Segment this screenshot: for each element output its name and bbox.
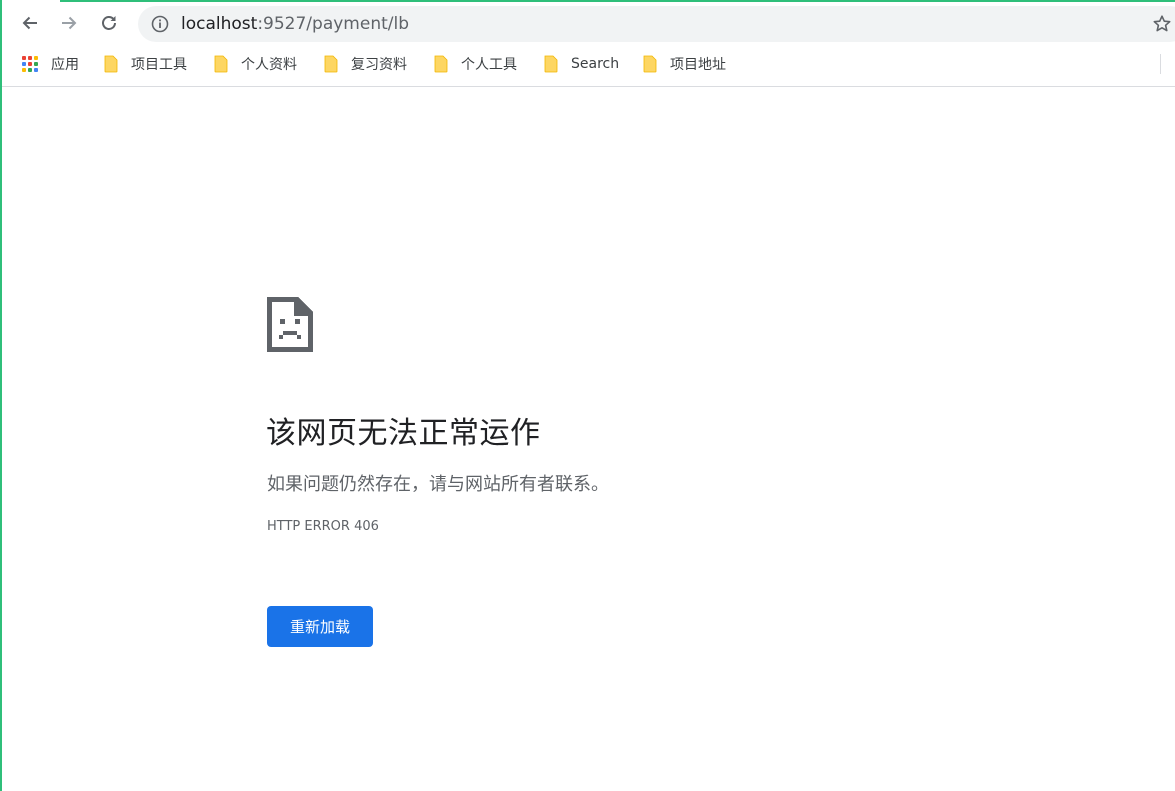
bookmark-folder[interactable]: 复习资料: [323, 44, 407, 84]
forward-button[interactable]: [53, 7, 85, 39]
bookmark-label: 复习资料: [351, 57, 407, 73]
bookmark-label: 个人资料: [241, 57, 297, 73]
bookmark-label: 项目工具: [131, 57, 187, 73]
arrow-right-icon: [62, 16, 77, 30]
refresh-icon: [102, 16, 116, 30]
error-code: HTTP ERROR 406: [267, 519, 379, 534]
info-icon[interactable]: [151, 15, 169, 33]
url-host: localhost: [181, 14, 258, 34]
bookmark-label: Search: [571, 56, 620, 72]
bookmark-apps[interactable]: 应用: [22, 44, 79, 84]
error-title: 该网页无法正常运作: [266, 416, 541, 451]
sad-page-icon: [267, 297, 313, 352]
bookmarks-divider: [1160, 54, 1161, 74]
bookmark-folder[interactable]: 项目地址: [642, 44, 726, 84]
bookmark-folder[interactable]: 个人工具: [433, 44, 517, 84]
folder-icon: [643, 55, 657, 73]
bookmark-folder[interactable]: 项目工具: [103, 44, 187, 84]
bookmark-folder[interactable]: 个人资料: [213, 44, 297, 84]
apps-grid-icon: [22, 56, 38, 72]
folder-icon: [544, 55, 558, 73]
url-text[interactable]: localhost:9527/payment/lb: [181, 6, 409, 42]
back-button[interactable]: [14, 7, 46, 39]
folder-icon: [324, 55, 338, 73]
bookmark-label: 个人工具: [461, 57, 517, 73]
reload-button[interactable]: 重新加载: [267, 606, 373, 647]
url-path: :9527/payment/lb: [257, 14, 410, 34]
folder-icon: [434, 55, 448, 73]
address-bar[interactable]: localhost:9527/payment/lb: [138, 6, 1175, 42]
window-edge: [0, 0, 2, 791]
star-icon[interactable]: [1152, 14, 1172, 34]
browser-toolbar: localhost:9527/payment/lb: [2, 2, 1175, 44]
bookmark-label: 应用: [51, 57, 79, 73]
bookmark-folder[interactable]: Search: [543, 44, 619, 84]
reload-toolbar-button[interactable]: [93, 7, 125, 39]
bookmarks-bar: 应用 项目工具 个人资料 复习资料 个人工具 Search 项目地址: [2, 44, 1175, 87]
folder-icon: [214, 55, 228, 73]
error-subtitle: 如果问题仍然存在，请与网站所有者联系。: [267, 474, 609, 495]
arrow-left-icon: [22, 16, 37, 30]
bookmark-label: 项目地址: [670, 57, 726, 73]
folder-icon: [104, 55, 118, 73]
